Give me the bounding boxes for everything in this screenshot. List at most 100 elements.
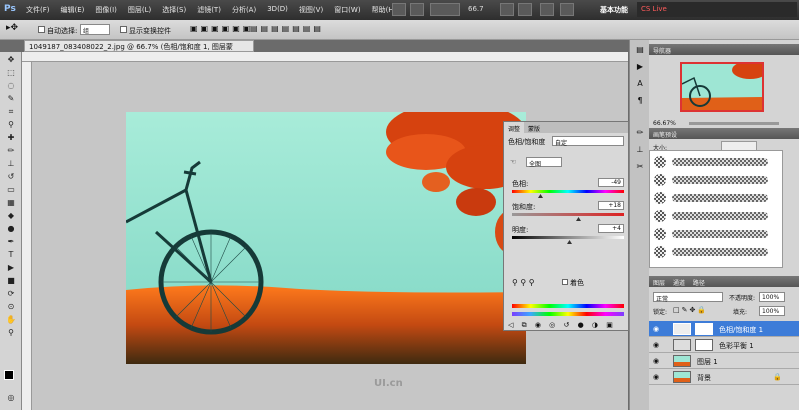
eyedropper-icons[interactable]: ⚲ ⚲ ⚲: [512, 278, 535, 287]
character-panel-icon[interactable]: A: [633, 79, 647, 91]
hand-tool-icon[interactable]: [500, 3, 514, 16]
align-icons[interactable]: ▣▣▣▣▣▣: [190, 24, 253, 33]
lightness-slider[interactable]: [512, 236, 624, 239]
layer-row-background[interactable]: ◉ 背景 🔒: [649, 369, 799, 385]
lock-icons[interactable]: □✎✥🔒: [673, 306, 708, 314]
hue-input[interactable]: -49: [598, 178, 624, 187]
lasso-tool-icon[interactable]: ◌: [4, 80, 18, 91]
layer-row-color-balance[interactable]: ◉ 色彩平衡 1: [649, 337, 799, 353]
visibility-eye-icon[interactable]: ◉: [653, 325, 659, 333]
workspace-switcher[interactable]: 基本功能: [600, 5, 628, 15]
tab-brush-presets[interactable]: 画笔预设: [653, 132, 677, 139]
quick-mask-icon[interactable]: ◎: [4, 392, 18, 403]
brush-preset-item[interactable]: [654, 209, 780, 223]
preset-dropdown[interactable]: 自定: [552, 136, 624, 147]
tab-masks[interactable]: 蒙版: [524, 122, 544, 133]
dodge-tool-icon[interactable]: ●: [4, 223, 18, 234]
history-brush-icon[interactable]: ↺: [4, 171, 18, 182]
history-panel-icon[interactable]: ▤: [633, 45, 647, 57]
brush-panel-icon[interactable]: ✏: [633, 128, 647, 140]
bridge-button[interactable]: [392, 3, 406, 16]
menu-filter[interactable]: 滤镜(T): [197, 5, 221, 15]
document-tab[interactable]: 1049187_083408022_2.jpg @ 66.7% (色相/饱和度 …: [24, 40, 254, 61]
tool-presets-icon[interactable]: ✂: [633, 162, 647, 174]
hue-slider-knob[interactable]: [538, 194, 543, 198]
actions-panel-icon[interactable]: ▶: [633, 62, 647, 74]
eyedropper-tool-icon[interactable]: ⚲: [4, 119, 18, 130]
menu-edit[interactable]: 编辑(E): [61, 5, 85, 15]
channel-icon[interactable]: ☜: [510, 158, 516, 166]
hue-slider[interactable]: [512, 190, 624, 193]
move-tool-icon[interactable]: ✥: [4, 54, 18, 65]
cs-live-button[interactable]: CS Live: [637, 2, 797, 17]
tab-navigator[interactable]: 导航器: [653, 48, 671, 55]
channel-dropdown[interactable]: 全图: [526, 157, 562, 168]
brush-preset-item[interactable]: [654, 227, 780, 241]
hand-tool-icon[interactable]: ✋: [4, 314, 18, 325]
3d-rotate-icon[interactable]: ⟳: [4, 288, 18, 299]
navigator-zoom[interactable]: 66.67%: [653, 120, 676, 127]
visibility-eye-icon[interactable]: ◉: [653, 373, 659, 381]
visibility-eye-icon[interactable]: ◉: [653, 341, 659, 349]
tab-paths[interactable]: 路径: [693, 280, 705, 287]
navigator-zoom-slider[interactable]: [689, 122, 779, 125]
mini-bridge-button[interactable]: [410, 3, 424, 16]
eraser-tool-icon[interactable]: ▭: [4, 184, 18, 195]
layer-row-hue-saturation[interactable]: ◉ 色相/饱和度 1: [649, 321, 799, 337]
zoom-level[interactable]: 66.7: [468, 5, 484, 13]
opacity-input[interactable]: 100%: [759, 292, 785, 302]
lightness-input[interactable]: +4: [598, 224, 624, 233]
blur-tool-icon[interactable]: ◆: [4, 210, 18, 221]
tab-adjustments[interactable]: 调整: [504, 122, 525, 133]
lightness-slider-knob[interactable]: [567, 240, 572, 244]
menu-layer[interactable]: 图层(L): [128, 5, 151, 15]
visibility-eye-icon[interactable]: ◉: [653, 357, 659, 365]
menu-3d[interactable]: 3D(D): [267, 5, 288, 15]
layer-name[interactable]: 背景: [697, 373, 711, 383]
marquee-tool-icon[interactable]: ⬚: [4, 67, 18, 78]
brush-preset-item[interactable]: [654, 173, 780, 187]
fill-input[interactable]: 100%: [759, 306, 785, 316]
document-image[interactable]: [126, 112, 526, 364]
brush-presets-list[interactable]: [649, 150, 783, 268]
saturation-input[interactable]: +18: [598, 201, 624, 210]
layer-name[interactable]: 图层 1: [697, 357, 718, 367]
menu-file[interactable]: 文件(F): [26, 5, 50, 15]
menu-image[interactable]: 图像(I): [95, 5, 117, 15]
menu-select[interactable]: 选择(S): [162, 5, 186, 15]
layer-mask-thumbnail[interactable]: [695, 339, 713, 351]
zoom-tool-icon[interactable]: ⚲: [4, 327, 18, 338]
quick-select-tool-icon[interactable]: ✎: [4, 93, 18, 104]
menu-window[interactable]: 窗口(W): [334, 5, 360, 15]
type-tool-icon[interactable]: T: [4, 249, 18, 260]
brush-preset-item[interactable]: [654, 191, 780, 205]
auto-select-checkbox[interactable]: [38, 26, 45, 33]
colorize-checkbox[interactable]: [562, 279, 568, 285]
menu-analysis[interactable]: 分析(A): [232, 5, 256, 15]
menu-view[interactable]: 视图(V): [299, 5, 323, 15]
show-transform-checkbox[interactable]: [120, 26, 127, 33]
navigator-preview[interactable]: [680, 62, 764, 112]
zoom-tool-icon[interactable]: [518, 3, 532, 16]
screen-mode-icon[interactable]: [560, 3, 574, 16]
brush-preset-item[interactable]: [654, 245, 780, 259]
panel-footer-icons[interactable]: ◁ ⧉ ◉ ◎ ↺ ● ◑ ▣: [508, 321, 616, 330]
layer-mask-thumbnail[interactable]: [695, 323, 713, 335]
clone-source-icon[interactable]: ⊥: [633, 145, 647, 157]
layer-row-layer-1[interactable]: ◉ 图层 1: [649, 353, 799, 369]
brush-tool-icon[interactable]: ✏: [4, 145, 18, 156]
distribute-icons[interactable]: ▤▤▤▤▤▤▤: [250, 24, 324, 33]
auto-select-dropdown[interactable]: 组: [80, 24, 110, 35]
tab-layers[interactable]: 图层: [653, 280, 665, 287]
pen-tool-icon[interactable]: ✒: [4, 236, 18, 247]
3d-orbit-icon[interactable]: ⊙: [4, 301, 18, 312]
healing-tool-icon[interactable]: ✚: [4, 132, 18, 143]
shape-tool-icon[interactable]: ■: [4, 275, 18, 286]
brush-preset-item[interactable]: [654, 155, 780, 169]
foreground-color-swatch[interactable]: [4, 370, 14, 380]
crop-tool-icon[interactable]: ⌗: [4, 106, 18, 117]
arrange-documents-icon[interactable]: [540, 3, 554, 16]
gradient-tool-icon[interactable]: ▦: [4, 197, 18, 208]
layer-name[interactable]: 色彩平衡 1: [719, 341, 754, 351]
layer-name[interactable]: 色相/饱和度 1: [719, 325, 763, 335]
